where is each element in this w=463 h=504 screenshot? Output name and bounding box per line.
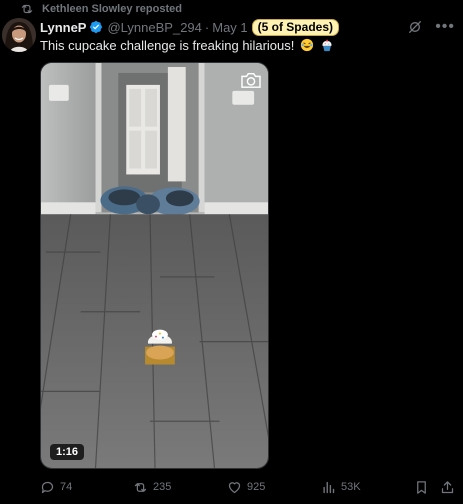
repost-indicator[interactable]: Kethleen Slowley reposted — [20, 2, 182, 16]
repost-count: 235 — [153, 481, 172, 493]
reply-count: 74 — [60, 481, 73, 493]
rolling-laughing-emoji-icon — [300, 38, 314, 52]
views-chart-icon — [323, 481, 335, 493]
reply-icon — [41, 481, 54, 493]
card-badge: (5 of Spades) — [251, 18, 339, 36]
repost-icon — [21, 4, 33, 14]
like-button[interactable]: 925 — [227, 480, 265, 495]
verified-badge-icon — [90, 21, 103, 33]
author-name[interactable]: LynneP — [40, 20, 86, 35]
more-options-icon[interactable]: ••• — [435, 19, 455, 35]
author-handle[interactable]: @LynneBP_294 — [107, 20, 201, 35]
media-video[interactable]: 1:16 — [40, 62, 269, 469]
camera-icon — [241, 72, 261, 88]
video-frame — [41, 63, 268, 468]
header-separator: · — [204, 19, 210, 35]
views-button[interactable]: 53K — [321, 480, 361, 495]
share-icon — [441, 480, 454, 493]
tweet-header: LynneP @LynneBP_294 · May 1 (5 of Spades… — [40, 18, 455, 36]
video-duration: 1:16 — [50, 444, 85, 460]
repost-icon — [134, 482, 147, 492]
post-date[interactable]: May 1 — [212, 20, 247, 35]
cupcake-emoji-icon — [322, 39, 332, 52]
tweet-body: This cupcake challenge is freaking hilar… — [40, 38, 295, 53]
repost-button[interactable]: 235 — [133, 480, 171, 495]
bookmark-button[interactable] — [414, 480, 429, 495]
avatar[interactable] — [2, 18, 36, 52]
bookmark-icon — [417, 480, 426, 494]
heart-icon — [228, 481, 241, 493]
views-count: 53K — [341, 481, 361, 493]
action-bar: 74 235 925 53K — [40, 478, 455, 496]
reply-button[interactable]: 74 — [40, 480, 72, 495]
tweet-text: This cupcake challenge is freaking hilar… — [40, 38, 334, 53]
like-count: 925 — [247, 481, 266, 493]
repost-text: Kethleen Slowley reposted — [42, 3, 182, 15]
grok-icon[interactable] — [407, 19, 423, 35]
share-button[interactable] — [440, 480, 455, 495]
